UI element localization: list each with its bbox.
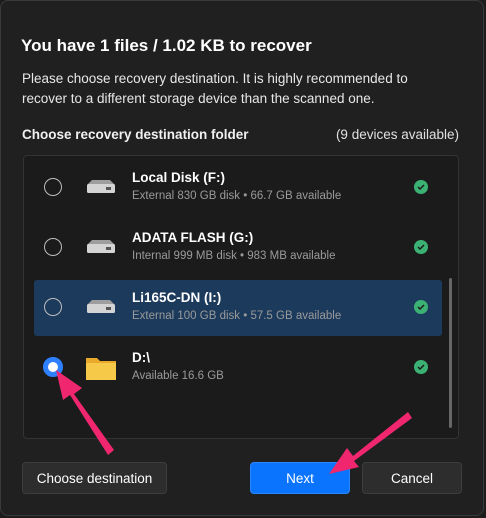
device-name: D:\ bbox=[132, 350, 150, 365]
destination-list: Local Disk (F:) External 830 GB disk • 6… bbox=[23, 155, 459, 439]
scrollbar[interactable] bbox=[449, 278, 452, 428]
section-label: Choose recovery destination folder bbox=[22, 127, 249, 142]
radio-button-checked[interactable] bbox=[43, 357, 63, 377]
drive-icon bbox=[84, 174, 118, 202]
destination-item-adata-flash-g[interactable]: ADATA FLASH (G:) Internal 999 MB disk • … bbox=[34, 220, 442, 276]
device-name: ADATA FLASH (G:) bbox=[132, 230, 254, 245]
check-icon bbox=[414, 300, 428, 314]
destination-item-li165c-dn-i[interactable]: Li165C-DN (I:) External 100 GB disk • 57… bbox=[34, 280, 442, 336]
device-detail: Internal 999 MB disk • 983 MB available bbox=[132, 250, 336, 262]
folder-icon bbox=[84, 354, 118, 382]
check-icon bbox=[414, 240, 428, 254]
check-icon bbox=[414, 360, 428, 374]
check-icon bbox=[414, 180, 428, 194]
next-button[interactable]: Next bbox=[250, 462, 350, 494]
destination-item-local-disk-f[interactable]: Local Disk (F:) External 830 GB disk • 6… bbox=[34, 160, 442, 216]
recovery-dialog: You have 1 files / 1.02 KB to recover Pl… bbox=[0, 0, 484, 516]
device-detail: Available 16.6 GB bbox=[132, 370, 224, 382]
radio-button[interactable] bbox=[44, 238, 62, 256]
devices-count: (9 devices available) bbox=[335, 127, 459, 142]
device-detail: External 830 GB disk • 66.7 GB available bbox=[132, 190, 342, 202]
device-detail: External 100 GB disk • 57.5 GB available bbox=[132, 310, 342, 322]
dialog-title: You have 1 files / 1.02 KB to recover bbox=[21, 36, 312, 55]
choose-destination-button[interactable]: Choose destination bbox=[22, 462, 167, 494]
radio-button[interactable] bbox=[44, 178, 62, 196]
cancel-button[interactable]: Cancel bbox=[362, 462, 462, 494]
device-name: Li165C-DN (I:) bbox=[132, 290, 222, 305]
drive-icon bbox=[84, 234, 118, 262]
drive-icon bbox=[84, 294, 118, 322]
radio-button[interactable] bbox=[44, 298, 62, 316]
destination-item-d-drive[interactable]: D:\ Available 16.6 GB bbox=[34, 340, 442, 396]
dialog-subtitle: Please choose recovery destination. It i… bbox=[22, 71, 408, 106]
device-name: Local Disk (F:) bbox=[132, 170, 226, 185]
